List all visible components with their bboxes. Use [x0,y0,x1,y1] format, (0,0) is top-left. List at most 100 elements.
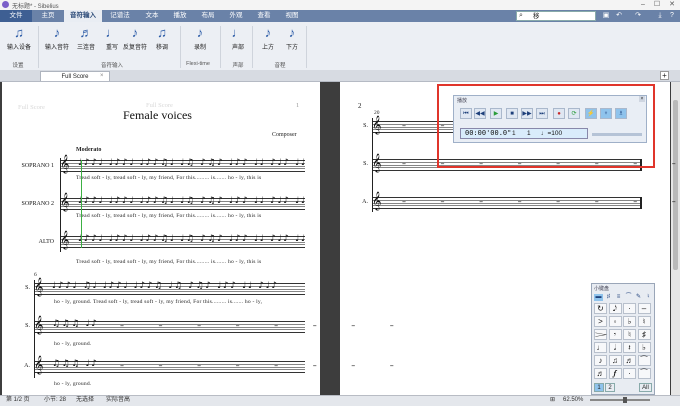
notes-alto[interactable]: ♩♪♪♩ ♩♪♪♩ ♩♪♪♫♩ ♩♫ ♪♫♪ ♩♪♪ ♩♩ ♪♩♪ ♩♩ [78,234,307,244]
menu-play[interactable]: 播放 [166,10,194,22]
treble-clef-icon: 𝄞 [34,277,44,296]
rests-s2-system2[interactable]: – – – – – – – – [120,321,410,330]
page-number-small: 1 [296,102,300,109]
zoom-slider[interactable] [590,399,650,401]
keypad-key-1[interactable]: ↻ [594,303,607,314]
treble-clef-icon: 𝄞 [372,191,382,210]
rewrite-icon: ♩ [105,25,119,40]
notes-alto-system2[interactable]: ♫♫♫ ♩♪ [52,359,99,369]
keypad-key-2[interactable]: 𝅘𝅥𝅮 [608,303,622,314]
part-name-s1-short: S. [25,285,30,291]
voice-button[interactable]: ♩ 声部 [226,25,250,57]
input-notes-button[interactable]: ♪ 输入音符 [42,25,72,57]
lyrics-s2-system2[interactable]: ho - ly, ground. [54,341,91,347]
download-icon[interactable]: ⤓ [655,11,665,21]
notes-s2-system2[interactable]: ♫♫♫ ♩♪ [52,319,99,329]
transpose-button[interactable]: ♫ 移调 [150,25,174,57]
minimize-button[interactable]: – [636,0,650,10]
group-label-intervals: 音程 [274,63,286,69]
tab-close-icon[interactable]: × [100,71,104,81]
status-zoom-icon[interactable]: ⊞ [550,396,555,405]
keypad-key-15[interactable]: 𝄽 [623,342,636,353]
triplet-button[interactable]: ♬ 三连音 [74,25,98,57]
status-pitch: 实际音高 [106,397,131,403]
menu-home[interactable]: 主页 [34,10,62,22]
scroll-thumb[interactable] [673,100,678,270]
keypad-key-4[interactable]: – [637,303,651,314]
keypad-key-18[interactable]: ♫ [608,355,622,366]
keypad-key-10[interactable]: 𝄾 [608,329,622,340]
keypad-tab-jazz[interactable]: ✎ [634,294,643,301]
repeat-notes-button[interactable]: ♪ 反复音符 [120,25,150,57]
menu-file[interactable]: 文件 [0,10,32,22]
status-page: 第 1/2 页 [6,397,30,403]
keypad-key-6[interactable]: ◦ [608,316,622,327]
record-button[interactable]: ♪ 录制 [188,25,212,57]
keypad-key-16[interactable]: ♭ [637,342,651,353]
menu-view[interactable]: 视图 [278,10,306,22]
keypad-key-21[interactable]: ♬ [594,368,607,379]
redo-icon[interactable]: ↷ [633,11,643,21]
notes-soprano-1[interactable]: ♩♪♪♩ ♩♪♪♩ ♩♪♪♫♩ ♩♫ ♪♫♪ ♩♪♪ ♩♩ ♪♩♪ ♩♩ [78,158,307,168]
rests-alto-page2[interactable]: – – – – – – – – [402,197,680,206]
keypad-key-13[interactable]: ♩ [594,342,607,353]
interval-up-button[interactable]: ♪ 上方 [256,25,280,57]
save-icon[interactable]: ▣ [601,11,611,21]
keypad-key-20[interactable]: ⁀ [637,355,651,366]
part-name-s2-page2: S. [363,161,368,167]
composer-text[interactable]: Composer [272,132,297,138]
keypad-key-8[interactable]: ♮ [637,316,651,327]
keypad-tab-articulations[interactable]: ⁀ [624,294,633,301]
rests-alto-system2[interactable]: – – – – – – – – [120,361,410,370]
keypad-key-22[interactable]: 𝆑 [608,368,622,379]
keypad-key-11[interactable]: ♮ [623,329,636,340]
ribbon-divider [306,26,307,68]
maximize-button[interactable]: ☐ [650,0,664,10]
help-icon[interactable]: ? [667,11,677,21]
keypad-key-5[interactable]: > [594,316,607,327]
lyrics-s1-system2[interactable]: ho - ly, ground. Tread soft - ly, tread … [54,299,262,305]
lyrics-alto-system2[interactable]: ho - ly, ground. [54,381,91,387]
lyrics-soprano-1[interactable]: Tread soft - ly, tread soft - ly, my fri… [76,175,261,181]
keypad-key-24[interactable]: ⁀ [637,368,651,379]
keypad-key-23[interactable]: · [623,368,636,379]
keypad-tab-beams[interactable]: ≡ [614,294,623,301]
keypad-key-9[interactable]: 𝆓 [594,329,607,340]
keypad-key-3[interactable]: · [623,303,636,314]
undo-icon[interactable]: ↶ [614,11,624,21]
keypad-key-19[interactable]: ♬ [623,355,636,366]
keypad-key-12[interactable]: ♯ [637,329,651,340]
notes-s1-system2[interactable]: ♩♪♪♩ ♫♩ ♩♪♪♩ ♩♪♪♫ ♩♫ ♪♫♪ ♩♪♪ ♩♩ ♪♩♪ [52,281,279,291]
keypad-layout-1[interactable]: 1 [594,383,604,392]
menu-notations[interactable]: 记谱法 [104,10,136,22]
keypad-layout-2[interactable]: 2 [605,383,615,392]
menu-layout[interactable]: 布局 [194,10,222,22]
treble-clef-icon: 𝄞 [34,315,44,334]
menu-appearance[interactable]: 外观 [222,10,250,22]
menu-note-input[interactable]: 音符输入 [64,10,102,22]
tempo-marking[interactable]: Moderato [76,147,101,153]
part-name-alto: ALTO [38,239,54,245]
interval-down-button[interactable]: ♪ 下方 [280,25,304,57]
keypad-tab-common[interactable]: ▬ [594,294,603,301]
input-device-button[interactable]: ♫ 输入设备 [4,25,34,57]
zoom-slider-thumb[interactable] [623,397,627,403]
status-selection: 无选择 [76,397,95,403]
search-input[interactable]: ⌕ 移 [516,11,596,21]
lyrics-soprano-2[interactable]: Tread soft - ly, tread soft - ly, my fri… [76,213,261,219]
keypad-key-14[interactable]: 𝅗𝅥 [608,342,622,353]
menu-review[interactable]: 查看 [250,10,278,22]
close-window-button[interactable]: ✕ [665,0,679,10]
keypad-tab-more[interactable]: ♮ [644,294,653,301]
status-bar-number: 小节: 28 [44,397,67,403]
lyrics-alto[interactable]: Tread soft - ly, tread soft - ly, my fri… [76,259,261,265]
keypad-layout-all[interactable]: All [639,383,652,392]
keypad-tab-accidentals[interactable]: ♯ [604,294,613,301]
add-tab-button[interactable]: + [660,71,669,80]
menu-text[interactable]: 文本 [138,10,166,22]
keypad-key-17[interactable]: ♪ [594,355,607,366]
notes-soprano-2[interactable]: ♩♪♪♩ ♩♪♪♩ ♩♪♪♫♩ ♩♫ ♪♫♪ ♩♪♪ ♩♩ ♪♩♪ ♩♩ [78,196,307,206]
voice-icon: ♩ [231,25,245,40]
keypad-key-7[interactable]: ♭ [623,316,636,327]
score-title[interactable]: Female voices [123,108,192,123]
